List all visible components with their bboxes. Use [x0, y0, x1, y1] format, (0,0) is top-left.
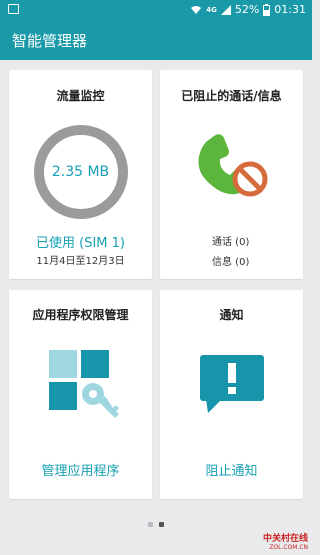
- status-bar: 4G 52% 01:31: [0, 0, 312, 20]
- data-monitor-title: 流量监控: [56, 89, 105, 103]
- watermark: 中关村在线 ZOL.COM.CN: [263, 531, 308, 551]
- watermark-line-1: 中关村在线: [262, 534, 308, 544]
- watermark-line-2: ZOL.COM.CN: [269, 544, 308, 551]
- manage-apps-link[interactable]: 管理应用程序: [9, 460, 152, 479]
- battery-icon: [263, 3, 271, 16]
- page-dot-1[interactable]: [148, 522, 153, 527]
- signal-icon: [220, 4, 231, 15]
- app-title: 智能管理器: [12, 32, 88, 50]
- blocked-calls: 通话 (0): [212, 237, 250, 248]
- notification-alert-icon: [200, 355, 264, 413]
- permissions-card[interactable]: 应用程序权限管理 管理应用程序: [9, 290, 152, 499]
- notifications-title: 通知: [219, 308, 244, 322]
- phone-block-icon: [198, 134, 268, 197]
- notification-image-icon: [8, 4, 19, 14]
- page-indicator: [148, 522, 164, 527]
- blocked-title: 已阻止的通话/信息: [181, 89, 282, 103]
- page-dot-2[interactable]: [159, 522, 164, 527]
- data-monitor-card[interactable]: 流量监控 2.35 MB 已使用 (SIM 1) 11月4日至12月3日: [9, 70, 152, 279]
- network-type: 4G: [206, 5, 217, 14]
- data-usage-value: 2.35 MB: [51, 164, 110, 180]
- battery-percent: 52%: [234, 3, 260, 16]
- app-permission-key-icon: [49, 350, 119, 418]
- blocked-card[interactable]: 已阻止的通话/信息 通话 (0) 信息 (0): [160, 70, 303, 279]
- notifications-card[interactable]: 通知 阻止通知: [160, 290, 303, 499]
- data-used-label: 已使用 (SIM 1): [36, 236, 125, 251]
- status-icons: 4G 52% 01:31: [190, 3, 306, 16]
- permissions-title: 应用程序权限管理: [32, 308, 129, 322]
- clock: 01:31: [274, 3, 306, 16]
- data-period: 11月4日至12月3日: [36, 256, 125, 267]
- app-bar: 智能管理器: [0, 20, 312, 60]
- blocked-messages: 信息 (0): [212, 257, 250, 268]
- wifi-icon: [191, 5, 202, 14]
- block-notifications-link[interactable]: 阻止通知: [160, 460, 303, 479]
